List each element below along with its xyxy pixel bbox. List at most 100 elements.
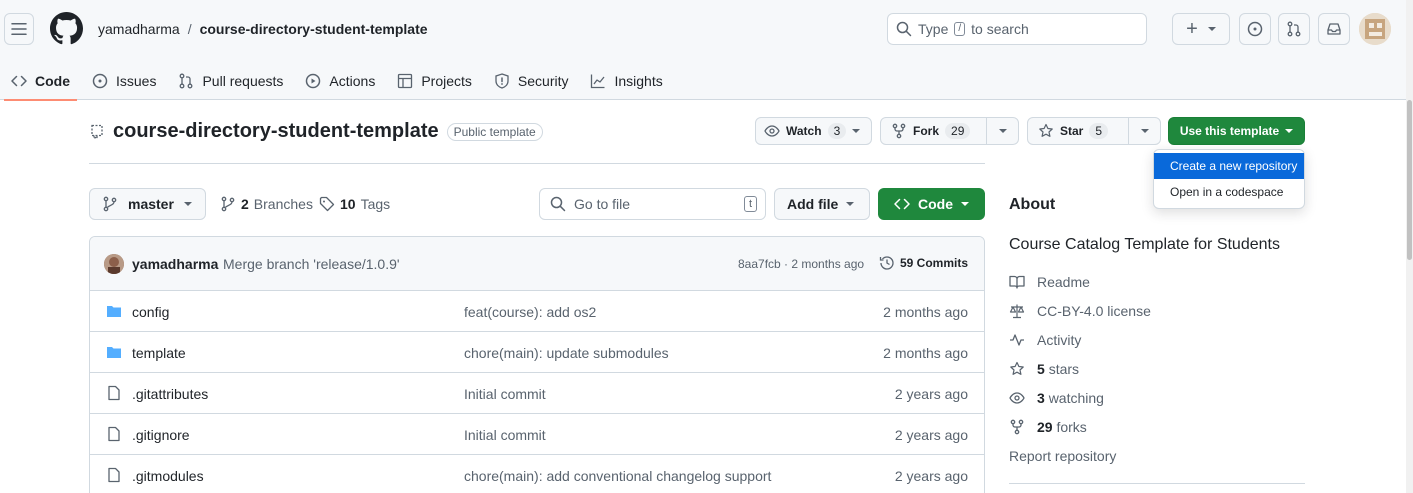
file-name[interactable]: config <box>132 304 169 320</box>
graph-icon <box>591 74 605 89</box>
fork-dropdown[interactable] <box>986 118 1018 144</box>
triangle-down-icon <box>846 202 855 206</box>
license-link[interactable]: CC-BY-4.0 license <box>1009 303 1151 319</box>
template-dropdown-menu: Create a new repository Open in a codesp… <box>1153 149 1305 209</box>
user-avatar[interactable] <box>1359 13 1391 45</box>
search-shortcut-key: / <box>954 22 966 36</box>
branch-selector[interactable]: master <box>89 188 206 220</box>
go-to-file-placeholder: Go to file <box>574 196 631 212</box>
commit-author[interactable]: yamadharma <box>132 256 218 272</box>
watch-button[interactable]: Watch 3 <box>755 117 872 145</box>
history-icon <box>879 256 894 270</box>
tab-pull-requests[interactable]: Pull requests <box>167 62 294 100</box>
file-row[interactable]: template chore(main): update submodules … <box>90 332 984 373</box>
file-commit-message[interactable]: Initial commit <box>464 427 546 443</box>
repo-title: course-directory-student-template Public… <box>89 120 543 143</box>
commit-message[interactable]: Merge branch 'release/1.0.9' <box>223 256 400 272</box>
tab-insights[interactable]: Insights <box>579 62 673 100</box>
watch-label: Watch <box>786 124 822 138</box>
open-in-codespace-item[interactable]: Open in a codespace <box>1154 179 1304 205</box>
report-repository-link[interactable]: Report repository <box>1009 448 1116 464</box>
branches-link[interactable]: 2 Branches <box>220 188 313 220</box>
tag-icon <box>319 196 335 212</box>
tab-issues-label: Issues <box>116 73 157 89</box>
triangle-down-icon <box>998 129 1007 133</box>
git-branch-icon <box>221 196 235 212</box>
star-dropdown[interactable] <box>1128 118 1160 144</box>
tab-issues[interactable]: Issues <box>81 62 167 100</box>
scrollbar-thumb[interactable] <box>1407 100 1412 260</box>
commits-count: 59 Commits <box>900 256 969 270</box>
file-row[interactable]: .gitattributes Initial commit 2 years ag… <box>90 373 984 414</box>
file-row[interactable]: .gitmodules chore(main): add conventiona… <box>90 455 984 493</box>
issue-opened-icon <box>1247 21 1263 37</box>
file-commit-message[interactable]: chore(main): add conventional changelog … <box>464 468 771 484</box>
menu-button[interactable] <box>4 13 34 45</box>
inbox-button[interactable] <box>1318 13 1350 45</box>
stars-link[interactable]: 5 stars <box>1009 361 1079 377</box>
watching-label: watching <box>1048 390 1104 406</box>
fork-count: 29 <box>945 123 971 139</box>
tab-insights-label: Insights <box>614 73 663 89</box>
stars-label: stars <box>1048 361 1080 377</box>
file-name[interactable]: .gitignore <box>132 427 190 443</box>
play-icon <box>306 73 321 89</box>
code-button[interactable]: Code <box>878 188 985 220</box>
tab-actions[interactable]: Actions <box>294 62 386 100</box>
triangle-down-icon <box>1140 129 1149 133</box>
create-new-repository-item[interactable]: Create a new repository <box>1154 153 1304 179</box>
star-button[interactable]: Star 5 <box>1027 117 1161 145</box>
folder-icon <box>107 347 121 358</box>
add-file-button[interactable]: Add file <box>774 188 870 220</box>
file-name[interactable]: .gitmodules <box>132 468 204 484</box>
issues-button[interactable] <box>1239 13 1271 45</box>
breadcrumb-owner[interactable]: yamadharma <box>98 21 180 37</box>
github-logo-icon[interactable] <box>50 12 83 45</box>
tab-projects-label: Projects <box>421 73 472 89</box>
tags-link[interactable]: 10 Tags <box>319 188 390 220</box>
file-commit-message[interactable]: Initial commit <box>464 386 546 402</box>
create-new-button[interactable]: + <box>1172 13 1230 45</box>
file-commit-age: 2 years ago <box>894 427 968 443</box>
page-scrollbar[interactable] <box>1406 0 1413 493</box>
use-this-template-button[interactable]: Use this template <box>1168 117 1305 145</box>
triangle-down-icon <box>1285 129 1294 133</box>
file-name[interactable]: .gitattributes <box>132 386 208 402</box>
global-header: yamadharma / course-directory-student-te… <box>0 0 1413 101</box>
tab-projects[interactable]: Projects <box>386 62 483 100</box>
tab-code[interactable]: Code <box>0 62 81 101</box>
branches-label: Branches <box>253 196 313 212</box>
tab-security[interactable]: Security <box>483 62 580 100</box>
about-heading: About <box>1009 196 1056 213</box>
repo-nav-tabs: Code Issues Pull requests Actions Projec… <box>0 62 674 101</box>
commit-hash-age[interactable]: 8aa7fcb · 2 months ago <box>738 257 864 271</box>
go-to-file-shortcut: t <box>743 196 757 212</box>
file-name[interactable]: template <box>132 345 186 361</box>
repo-forked-icon <box>892 123 906 139</box>
fork-button[interactable]: Fork 29 <box>880 117 1019 145</box>
code-icon <box>11 75 27 87</box>
watching-link[interactable]: 3 watching <box>1009 390 1104 406</box>
pull-requests-button[interactable] <box>1278 13 1310 45</box>
repo-name[interactable]: course-directory-student-template <box>113 120 439 143</box>
forks-link[interactable]: 29 forks <box>1009 419 1087 435</box>
watching-count: 3 <box>1037 390 1045 406</box>
breadcrumb-repo[interactable]: course-directory-student-template <box>200 21 428 37</box>
triangle-down-icon <box>183 202 192 206</box>
activity-link[interactable]: Activity <box>1009 332 1081 348</box>
search-input[interactable]: Type / to search <box>887 13 1147 45</box>
go-to-file-input[interactable]: Go to file t <box>539 188 766 220</box>
eye-icon <box>764 125 780 137</box>
star-icon <box>1039 123 1053 137</box>
readme-link[interactable]: Readme <box>1009 274 1090 290</box>
forks-count: 29 <box>1037 419 1053 435</box>
branch-name: master <box>128 196 174 212</box>
activity-label: Activity <box>1037 332 1082 348</box>
file-row[interactable]: config feat(course): add os2 2 months ag… <box>90 291 984 332</box>
commit-author-avatar[interactable] <box>104 254 124 274</box>
commits-link[interactable]: 59 Commits <box>879 255 968 271</box>
file-row[interactable]: .gitignore Initial commit 2 years ago <box>90 414 984 455</box>
sidebar-divider <box>1009 483 1305 484</box>
file-commit-message[interactable]: chore(main): update submodules <box>464 345 669 361</box>
file-commit-message[interactable]: feat(course): add os2 <box>464 304 596 320</box>
